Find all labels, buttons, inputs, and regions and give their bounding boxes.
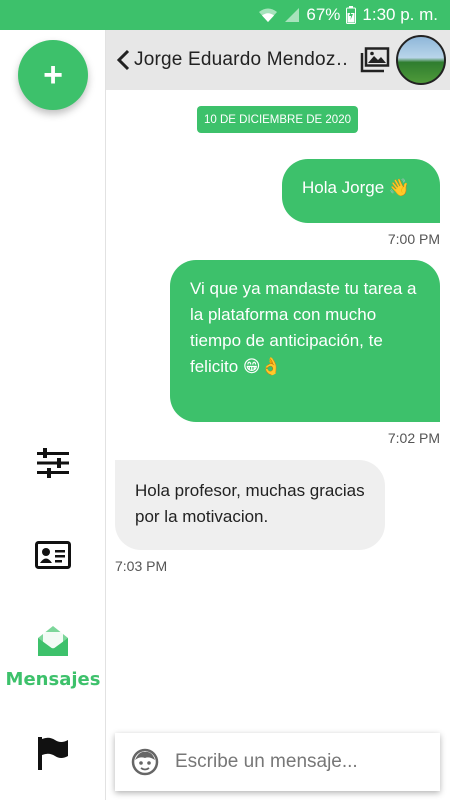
chat-header: Jorge Eduardo Mendoz… [106, 30, 450, 90]
message-time: 7:02 PM [387, 430, 440, 446]
sidebar-item-messages[interactable]: Mensajes [0, 624, 106, 690]
message-bubble-outgoing[interactable]: Hola Jorge 👋 [282, 159, 440, 223]
message-bubble-outgoing[interactable]: Vi que ya mandaste tu tarea a la platafo… [170, 260, 440, 422]
flag-icon [37, 736, 69, 775]
message-text: Hola Jorge 👋 [302, 178, 411, 197]
sidebar: + Mensajes [0, 30, 106, 800]
contact-avatar[interactable] [396, 35, 446, 85]
plus-icon: + [43, 56, 63, 94]
message-bubble-incoming[interactable]: Hola profesor, muchas gracias por la mot… [115, 460, 385, 550]
battery-percent: 67% [306, 5, 341, 24]
sidebar-item-flag[interactable] [0, 736, 106, 775]
gallery-icon[interactable] [358, 43, 392, 77]
status-bar: 67% 1:30 p. m. [0, 0, 450, 30]
clock: 1:30 p. m. [362, 5, 438, 24]
date-separator: 10 DE DICIEMBRE DE 2020 [197, 106, 358, 133]
back-icon[interactable] [112, 45, 134, 75]
message-text: Hola profesor, muchas gracias por la mot… [135, 481, 365, 526]
sidebar-item-contact-card[interactable] [0, 541, 106, 574]
id-card-icon [35, 541, 71, 574]
sidebar-item-filters[interactable] [0, 448, 106, 483]
message-time: 7:00 PM [387, 231, 440, 247]
contact-name[interactable]: Jorge Eduardo Mendoz… [134, 49, 350, 71]
sliders-icon [36, 448, 70, 483]
wifi-icon [258, 7, 278, 23]
signal-icon [284, 7, 300, 23]
sidebar-item-label: Mensajes [5, 669, 101, 690]
chat-screen: 67% 1:30 p. m. + Mensajes Jorge Eduardo … [0, 0, 450, 800]
message-input[interactable] [175, 751, 425, 773]
envelope-open-icon [36, 624, 70, 663]
new-chat-button[interactable]: + [18, 40, 88, 110]
battery-icon [346, 6, 357, 24]
message-time: 7:03 PM [115, 558, 168, 574]
emoji-icon[interactable] [131, 748, 159, 776]
message-composer [115, 733, 440, 791]
message-text: Vi que ya mandaste tu tarea a la platafo… [190, 279, 417, 376]
message-list: 10 DE DICIEMBRE DE 2020 Hola Jorge 👋 7:0… [106, 90, 450, 800]
